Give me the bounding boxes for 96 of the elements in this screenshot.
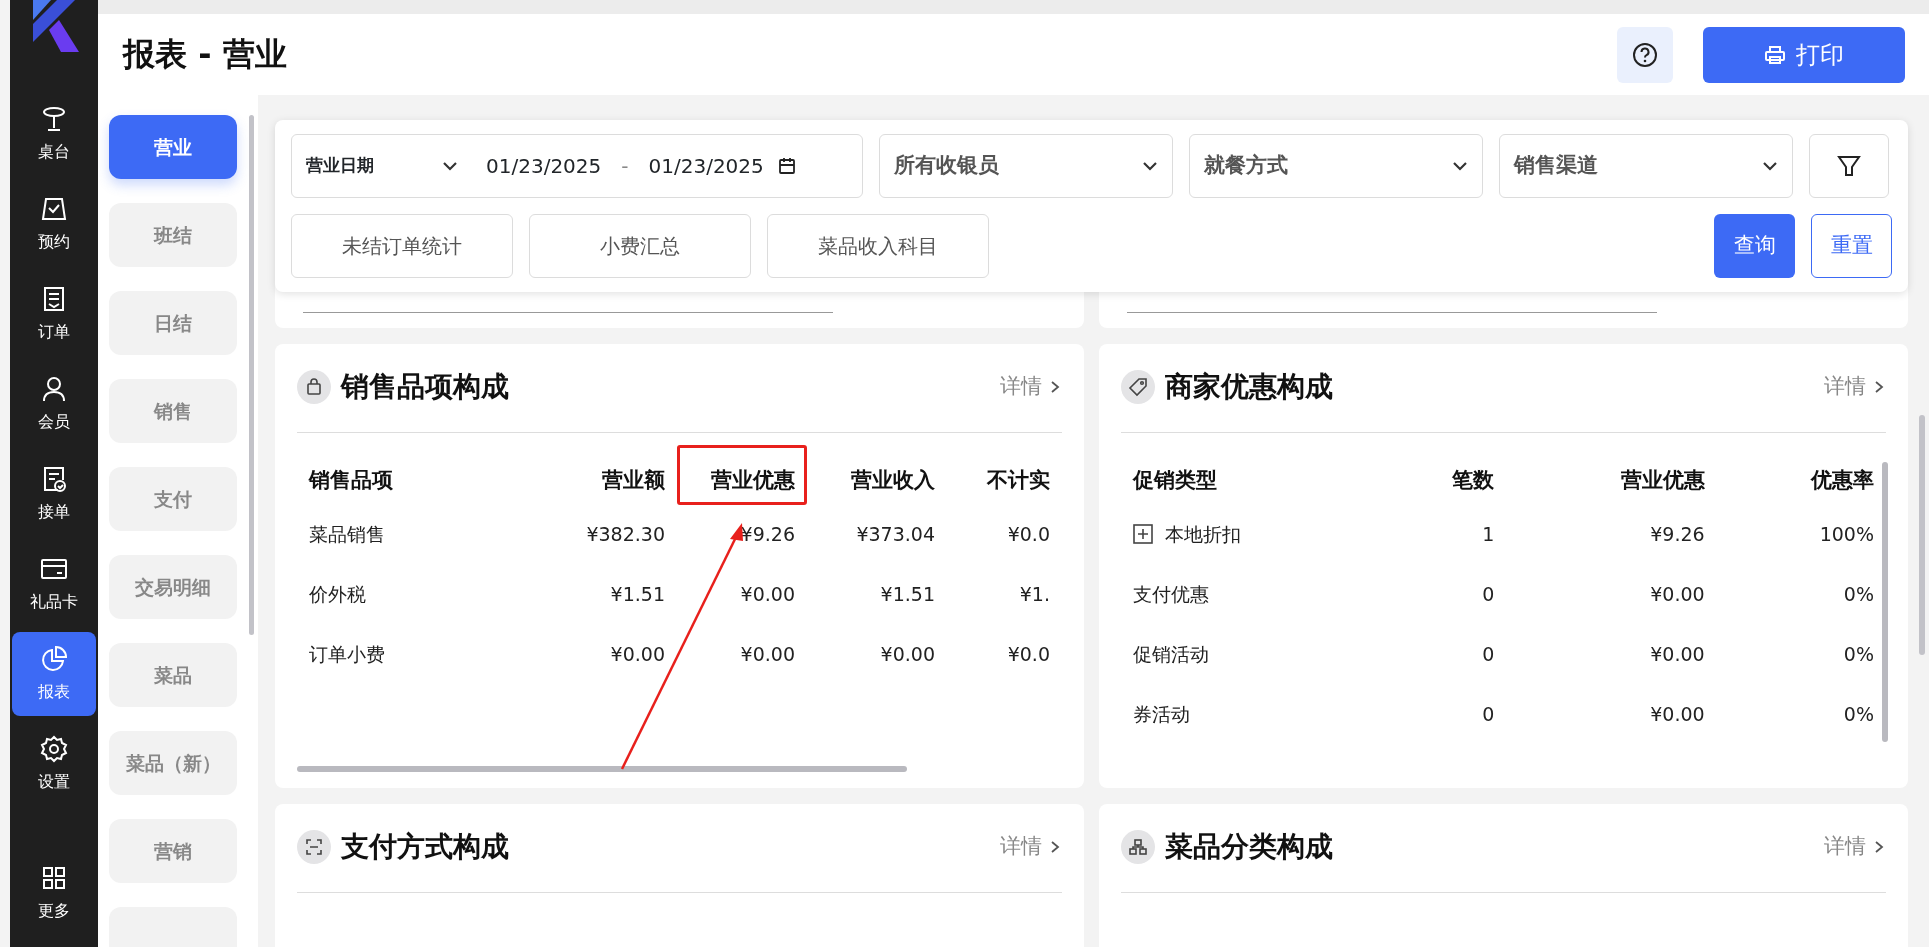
reset-button[interactable]: 重置 [1811,214,1892,278]
report-menu-item[interactable]: 菜品 [109,643,237,707]
toggle-button[interactable]: 菜品收入科目 [767,214,989,278]
column-header: 营业收入 [807,445,947,505]
table-cell-text: ¥0.0 [1006,642,1051,668]
table-cell-text: ¥0.0 [1006,522,1051,548]
table-cell-text: 0 [1481,642,1496,668]
report-menu-item[interactable]: 菜品（新） [109,731,237,795]
nav-item[interactable]: 设置 [12,722,96,806]
nav-item[interactable]: 桌台 [12,92,96,176]
toggle-button[interactable]: 小费汇总 [529,214,751,278]
page-scrollbar[interactable] [1919,415,1925,655]
report-menu-item[interactable]: 营销 [109,819,237,883]
table-cell: ¥9.26 [677,504,807,565]
card-title: 商家优惠构成 [1165,369,1334,405]
bag-icon [297,370,331,404]
dropdown-select[interactable]: 就餐方式 [1189,134,1483,198]
table-cell: ¥373.04 [807,504,947,565]
column-header: 不计实 [986,467,1051,494]
help-button[interactable] [1617,26,1673,83]
table-cell-text: 订单小费 [308,642,386,668]
details-link[interactable]: 详情 [1824,831,1886,863]
card-title: 销售品项构成 [341,369,510,405]
table-cell-text: 1 [1481,522,1496,548]
printer-icon [1764,43,1786,66]
table-cell-text: 0% [1842,582,1875,608]
filter-button[interactable] [1809,134,1889,198]
table-cell-text: ¥0.00 [739,582,796,608]
nav-item[interactable]: 预约 [12,182,96,266]
column-header: 销售品项 [307,467,394,494]
nav-item[interactable]: 会员 [12,362,96,446]
vertical-scrollbar[interactable] [1882,462,1888,742]
column-header: 营业额 [547,445,677,505]
nav-item[interactable]: 报表 [12,632,96,716]
table-cell-text: 菜品销售 [308,522,386,548]
column-header: 笔数 [1451,467,1496,494]
table-cell-text: ¥1.51 [609,582,666,608]
help-icon [1631,40,1659,69]
hierarchy-icon [1121,830,1155,864]
report-menu-item[interactable]: 交易明细 [109,555,237,619]
print-button[interactable]: 打印 [1703,26,1905,83]
card-title: 支付方式构成 [341,829,510,865]
query-button[interactable]: 查询 [1714,214,1795,278]
settings-icon [39,734,69,764]
nav-item[interactable]: 更多 [12,851,96,935]
table-cell-text: 促销活动 [1132,642,1210,668]
details-link[interactable]: 详情 [1000,371,1062,403]
column-header: 营业优惠 [1619,467,1706,494]
table-cell-text: 券活动 [1132,702,1191,728]
table-cell-text: ¥0.00 [609,642,666,668]
tag-icon [1121,370,1155,404]
expand-icon[interactable] [1133,524,1153,545]
chevron-down-icon [1452,161,1468,171]
report-menu-item[interactable]: 班结 [109,203,237,267]
horizontal-scrollbar[interactable] [297,766,907,772]
nav-item[interactable]: 订单 [12,272,96,356]
chevron-down-icon [442,161,458,171]
table-cell-text: 0% [1842,642,1875,668]
table-cell: 本地折扣 [1121,504,1378,565]
details-link[interactable]: 详情 [1824,371,1886,403]
table-cell-text: ¥0.00 [1649,582,1706,608]
report-menu-item[interactable]: 日结 [109,291,237,355]
column-header: 营业优惠 [677,445,807,505]
table-cell-text: ¥1.51 [879,582,936,608]
column-header: 促销类型 [1131,467,1218,494]
table-cell-text: ¥9.26 [1649,522,1706,548]
date-range-field[interactable]: 营业日期 01/23/2025 - 01/23/2025 [291,134,863,198]
page-title: 报表 - 营业 [123,35,287,74]
table-cell-text: 0% [1842,702,1875,728]
table-cell-text: ¥0.00 [1649,642,1706,668]
nav-item[interactable]: 礼品卡 [12,542,96,626]
card-title: 菜品分类构成 [1165,829,1334,865]
table-cell-text: ¥0.00 [1649,702,1706,728]
chevron-down-icon [1762,161,1778,171]
table-cell: ¥382.30 [547,504,677,565]
report-menu-item[interactable]: 支付 [109,467,237,531]
nav-item[interactable]: 接单 [12,452,96,536]
table-cell-text: 价外税 [308,582,367,608]
column-header: 优惠率 [1809,467,1875,494]
report-menu-item[interactable]: 营业 [109,115,237,179]
toggle-button[interactable]: 未结订单统计 [291,214,513,278]
dropdown-select[interactable]: 销售渠道 [1499,134,1793,198]
table-cell-text: ¥0.00 [879,642,936,668]
chevron-down-icon [1142,161,1158,171]
table-cell-text: 0 [1481,582,1496,608]
calendar-icon [777,157,796,175]
details-link[interactable]: 详情 [1000,831,1062,863]
table-cell-text: 支付优惠 [1132,582,1210,608]
table-cell-text: ¥1. [1018,582,1051,608]
scan-icon [297,830,331,864]
table-cell-text: 0 [1481,702,1496,728]
pie-chart-icon [39,644,69,674]
report-menu-item[interactable]: 销售 [109,379,237,443]
table-cell-text: 100% [1818,522,1875,548]
table-cell-text: ¥0.00 [739,642,796,668]
dropdown-select[interactable]: 所有收银员 [879,134,1173,198]
